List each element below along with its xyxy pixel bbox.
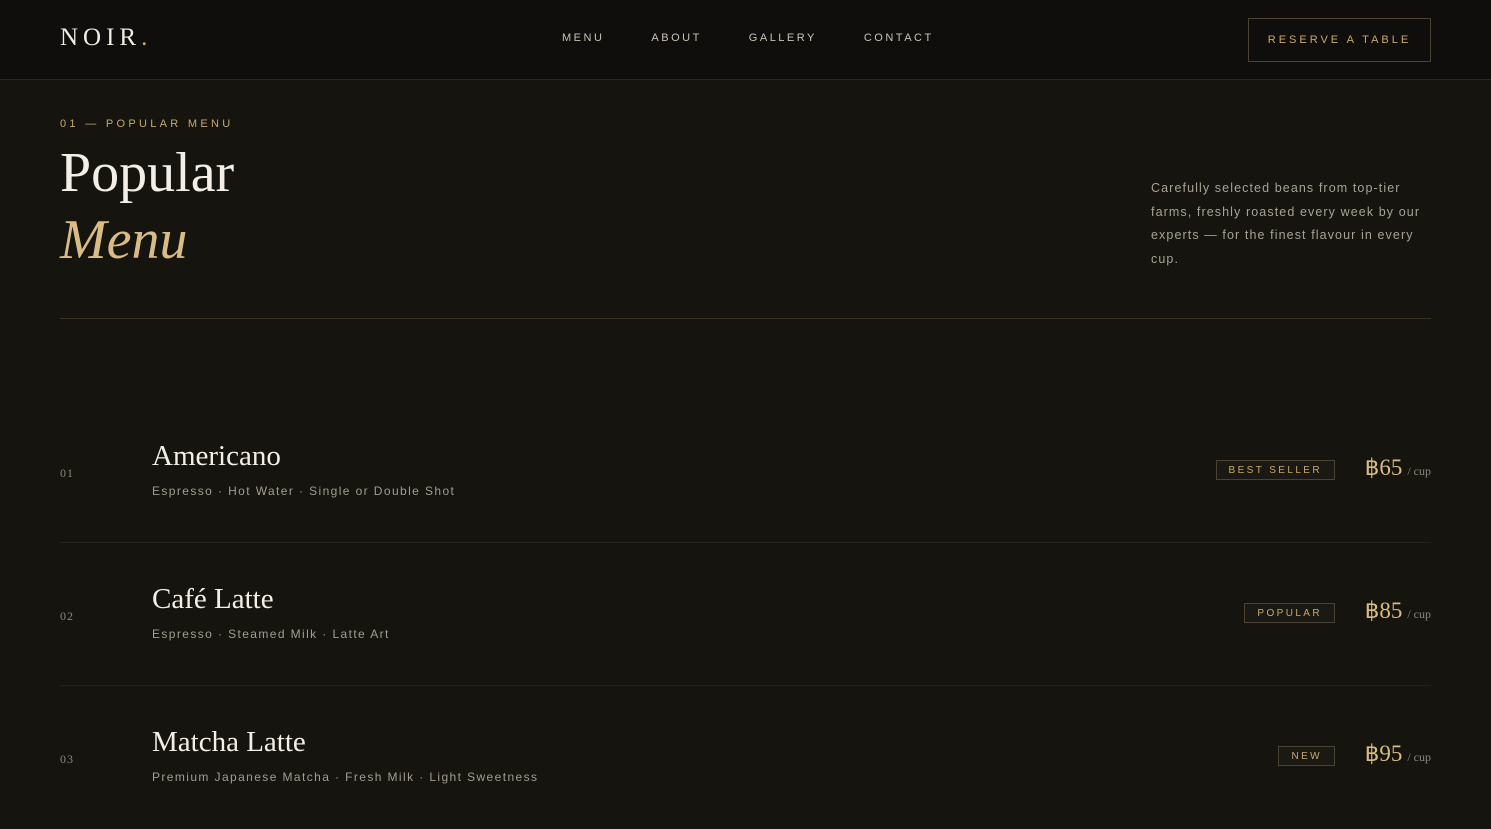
nav-link-gallery[interactable]: GALLERY [749, 32, 817, 44]
menu-item-cafe-latte[interactable]: 02 Café Latte Espresso · Steamed Milk · … [60, 543, 1431, 686]
item-price-unit: / cup [1407, 607, 1431, 621]
nav-links: MENU ABOUT GALLERY CONTACT [562, 32, 934, 44]
item-name: Americano [152, 440, 281, 472]
section-divider [60, 318, 1431, 319]
item-price-value: ฿85 [1364, 598, 1403, 623]
item-badge: BEST SELLER [1215, 460, 1335, 480]
item-badge: POPULAR [1244, 603, 1335, 623]
item-name: Café Latte [152, 583, 274, 615]
item-price-unit: / cup [1407, 750, 1431, 764]
item-price: ฿85 / cup [1365, 598, 1431, 624]
nav-link-about[interactable]: ABOUT [651, 32, 701, 44]
item-price: ฿95 / cup [1365, 741, 1431, 767]
item-description: Espresso · Steamed Milk · Latte Art [152, 627, 390, 641]
section-description: Carefully selected beans from top-tier f… [1151, 181, 1421, 266]
section-title-line2: Menu [60, 209, 188, 271]
item-price: ฿65 / cup [1365, 455, 1431, 481]
nav-link-menu[interactable]: MENU [562, 32, 604, 44]
item-price-value: ฿95 [1364, 741, 1403, 766]
top-nav: NOIR. MENU ABOUT GALLERY CONTACT RESERVE… [0, 0, 1491, 80]
logo-text: NOIR [60, 24, 142, 51]
nav-link-contact[interactable]: CONTACT [864, 32, 934, 44]
item-number: 02 [60, 609, 74, 623]
item-price-value: ฿65 [1364, 455, 1403, 480]
item-description: Espresso · Hot Water · Single or Double … [152, 484, 456, 498]
menu-item-americano[interactable]: 01 Americano Espresso · Hot Water · Sing… [60, 400, 1431, 543]
item-price-unit: / cup [1407, 464, 1431, 478]
section-title-line1: Popular [60, 142, 235, 204]
item-number: 03 [60, 752, 74, 766]
logo[interactable]: NOIR. [60, 24, 152, 52]
reserve-table-button[interactable]: RESERVE A TABLE [1248, 18, 1431, 62]
item-name: Matcha Latte [152, 726, 306, 758]
item-badge: NEW [1278, 746, 1335, 766]
section-eyebrow: 01 — POPULAR MENU [60, 118, 234, 130]
item-number: 01 [60, 466, 74, 480]
item-description: Premium Japanese Matcha · Fresh Milk · L… [152, 770, 539, 784]
menu-item-matcha-latte[interactable]: 03 Matcha Latte Premium Japanese Matcha … [60, 686, 1431, 829]
logo-dot: . [141, 24, 153, 51]
